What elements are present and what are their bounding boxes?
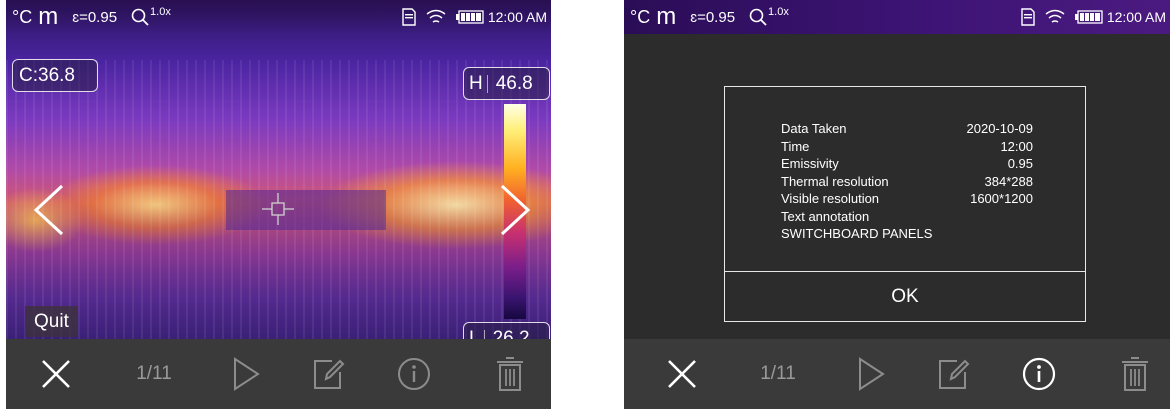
trash-icon xyxy=(1122,357,1148,391)
info-label: SWITCHBOARD PANELS xyxy=(781,226,933,241)
close-icon xyxy=(42,360,70,388)
edit-icon xyxy=(314,359,345,389)
zoom-level: 1.0x xyxy=(150,6,171,18)
center-temperature-value: C:36.8 xyxy=(19,64,75,86)
zoom-indicator: 1.0x xyxy=(749,6,789,26)
info-value: 0.95 xyxy=(1007,156,1033,171)
measure-mode: m xyxy=(656,3,677,30)
info-label: Emissivity xyxy=(781,156,839,171)
emissivity-indicator: ɛ=0.95 xyxy=(690,8,736,26)
ok-button[interactable]: OK xyxy=(725,272,1085,322)
center-temperature-readout: C:36.8 xyxy=(12,59,98,92)
high-label: H xyxy=(469,72,483,94)
edit-button[interactable] xyxy=(309,339,349,409)
info-row-time: Time 12:00 xyxy=(781,138,1033,156)
status-bar: °C m ɛ=0.95 1.0x 12:00 AM xyxy=(624,0,1170,34)
info-value: 1600*1200 xyxy=(970,191,1033,206)
battery-icon xyxy=(455,10,484,24)
clock: 12:00 AM xyxy=(1106,9,1166,25)
chevron-right-icon[interactable] xyxy=(498,183,532,237)
info-value: 384*288 xyxy=(984,174,1033,189)
emissivity-indicator: ɛ=0.95 xyxy=(72,8,118,26)
info-value: 2020-10-09 xyxy=(966,121,1034,136)
info-button[interactable] xyxy=(1019,339,1059,409)
zoom-indicator: 1.0x xyxy=(131,6,171,26)
close-button[interactable] xyxy=(36,339,76,409)
crosshair-icon xyxy=(262,193,294,225)
info-row-visible-resolution: Visible resolution 1600*1200 xyxy=(781,190,1033,208)
play-button[interactable] xyxy=(851,339,891,409)
info-row-date: Data Taken 2020-10-09 xyxy=(781,120,1033,138)
image-info-screen: °C m ɛ=0.95 1.0x 12:00 AM Data Taken 202… xyxy=(624,0,1170,409)
info-label: Visible resolution xyxy=(781,191,880,206)
zoom-icon xyxy=(749,8,767,26)
info-label: Text annotation xyxy=(781,209,870,224)
play-icon xyxy=(234,357,260,391)
image-counter: 1/11 xyxy=(748,339,808,409)
clock: 12:00 AM xyxy=(487,9,547,25)
zoom-icon xyxy=(131,8,149,26)
image-counter-text: 1/11 xyxy=(760,363,796,384)
play-button[interactable] xyxy=(226,339,266,409)
zoom-level: 1.0x xyxy=(768,6,789,18)
wifi-icon xyxy=(426,9,446,23)
info-row-annotation-text: SWITCHBOARD PANELS xyxy=(781,225,1033,243)
info-row-thermal-resolution: Thermal resolution 384*288 xyxy=(781,173,1033,191)
bottom-toolbar: 1/11 xyxy=(6,339,551,409)
battery-icon xyxy=(1074,10,1103,24)
sd-card-icon xyxy=(1021,8,1035,26)
thermal-view-screen: °C m ɛ=0.95 1.0x 12:00 AM C:36.8 H 46.8 … xyxy=(6,0,551,409)
info-label: Data Taken xyxy=(781,121,847,136)
info-value: 12:00 xyxy=(1000,139,1033,154)
high-separator xyxy=(486,74,488,93)
info-icon xyxy=(398,358,430,390)
edit-icon xyxy=(939,359,970,389)
image-info-dialog: Data Taken 2020-10-09 Time 12:00 Emissiv… xyxy=(724,86,1086,322)
status-bar: °C m ɛ=0.95 1.0x 12:00 AM xyxy=(6,0,551,34)
edit-button[interactable] xyxy=(934,339,974,409)
close-button[interactable] xyxy=(662,339,702,409)
info-label: Thermal resolution xyxy=(781,174,889,189)
measure-mode: m xyxy=(38,3,59,30)
sd-card-icon xyxy=(402,8,416,26)
high-temperature-readout: H 46.8 xyxy=(463,67,550,100)
thermal-cool-zone xyxy=(226,190,386,230)
info-icon xyxy=(1022,357,1056,391)
info-row-text-annotation: Text annotation xyxy=(781,208,1033,226)
image-counter-text: 1/11 xyxy=(136,363,172,384)
info-label: Time xyxy=(781,139,810,154)
high-temperature-value: 46.8 xyxy=(495,72,533,94)
info-button[interactable] xyxy=(394,339,434,409)
delete-button[interactable] xyxy=(1115,339,1155,409)
temperature-unit: °C xyxy=(12,6,33,27)
info-row-emissivity: Emissivity 0.95 xyxy=(781,155,1033,173)
trash-icon xyxy=(497,357,523,391)
image-counter: 1/11 xyxy=(124,339,184,409)
quit-button[interactable]: Quit xyxy=(25,306,78,337)
delete-button[interactable] xyxy=(490,339,530,409)
temperature-unit: °C xyxy=(630,6,651,27)
play-icon xyxy=(859,357,885,391)
close-icon xyxy=(668,360,696,388)
wifi-icon xyxy=(1045,9,1065,23)
thermal-image xyxy=(6,0,551,339)
bottom-toolbar: 1/11 xyxy=(624,339,1170,409)
chevron-left-icon[interactable] xyxy=(32,183,66,237)
